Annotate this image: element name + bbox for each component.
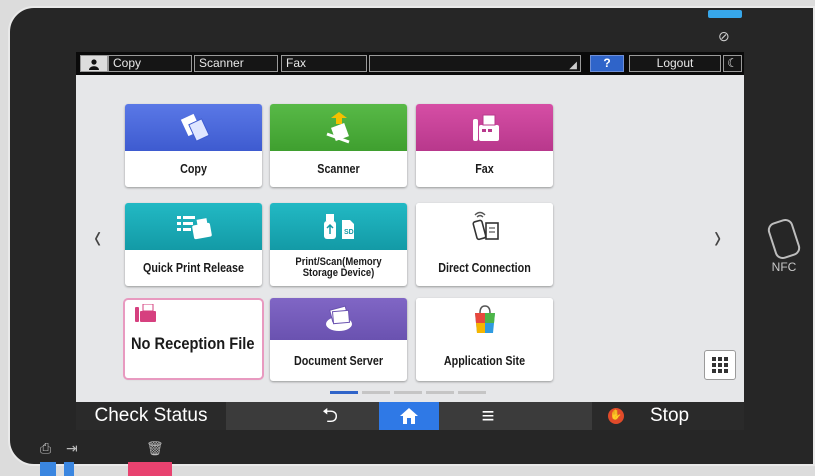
- tile-label: Document Server: [293, 353, 384, 368]
- help-button[interactable]: ?: [590, 55, 624, 72]
- page-dot[interactable]: [394, 391, 422, 394]
- tile-header: [416, 298, 553, 340]
- document-stack-icon: [325, 305, 352, 331]
- chevron-right-icon[interactable]: ›: [714, 220, 721, 254]
- grid-icon: [712, 357, 728, 373]
- hardware-strip: [40, 462, 56, 476]
- message-area[interactable]: ◢: [369, 55, 581, 72]
- app-bag-icon: [474, 305, 495, 333]
- tile-no-reception-file[interactable]: No Reception File: [125, 300, 262, 378]
- tile-label: Quick Print Release: [143, 261, 244, 275]
- svg-text:SD: SD: [344, 229, 354, 236]
- tile-header: [125, 203, 262, 250]
- tile-header: [416, 104, 553, 151]
- hardware-strip: [128, 462, 172, 476]
- tile-fax[interactable]: Fax: [416, 104, 553, 187]
- stop-button[interactable]: ✋ Stop: [592, 402, 744, 430]
- page-dot[interactable]: [330, 391, 358, 394]
- data-in-icon: ⇥: [66, 440, 78, 456]
- tile-print-scan-memory[interactable]: SD Print/Scan(Memory Storage Device): [270, 203, 407, 286]
- tile-direct-connection[interactable]: Direct Connection: [416, 203, 553, 286]
- stop-label: Stop: [650, 405, 690, 426]
- tile-label: Fax: [475, 162, 494, 176]
- hardware-strip: [64, 462, 74, 476]
- page-dot[interactable]: [426, 391, 454, 394]
- tile-label: Scanner: [317, 162, 360, 176]
- back-arrow-icon[interactable]: ⮌: [306, 402, 354, 430]
- tile-header: [270, 298, 407, 340]
- moon-icon[interactable]: ☾: [723, 55, 742, 72]
- touch-screen: Copy Scanner Fax ◢ ? Logout ☾ ‹ › Copy S…: [76, 52, 744, 430]
- bottom-bar: Check Status ⮌ ≡ ✋ Stop: [76, 402, 744, 430]
- scanner-icon: [325, 111, 350, 143]
- tile-header: [270, 104, 407, 151]
- page-dot[interactable]: [362, 391, 390, 394]
- page-indicator: [330, 391, 486, 394]
- app-grid-button[interactable]: [704, 350, 736, 380]
- menu-icon[interactable]: ≡: [464, 402, 512, 430]
- stop-icon: ✋: [608, 408, 624, 424]
- status-led: [708, 10, 742, 18]
- usb-sd-icon: SD: [323, 213, 354, 239]
- tile-application-site[interactable]: Application Site: [416, 298, 553, 381]
- user-icon[interactable]: [80, 55, 108, 72]
- tile-document-server[interactable]: Document Server: [270, 298, 407, 381]
- chevron-left-icon[interactable]: ‹: [94, 220, 101, 254]
- tab-scanner[interactable]: Scanner: [194, 55, 278, 72]
- nfc-label: NFC: [771, 260, 797, 274]
- fax-icon: [472, 114, 499, 141]
- tile-label: Print/Scan(Memory Storage Device): [295, 256, 382, 279]
- nfc-icon: [765, 216, 803, 262]
- phone-printer-icon: [471, 211, 499, 240]
- tile-scanner[interactable]: Scanner: [270, 104, 407, 187]
- fax-indicator-icon: ⎙: [40, 440, 52, 456]
- tab-copy[interactable]: Copy: [108, 55, 192, 72]
- tile-header: [125, 104, 262, 151]
- top-bar: Copy Scanner Fax ◢ ? Logout ☾: [76, 52, 744, 75]
- check-status-button[interactable]: Check Status: [76, 402, 226, 430]
- expand-corner-icon: ◢: [569, 60, 577, 71]
- printer-icon: [176, 215, 212, 239]
- home-icon[interactable]: [379, 402, 439, 430]
- tile-header: SD: [270, 203, 407, 250]
- trash-icon: 🗑︎: [146, 440, 164, 456]
- nfc-reader: NFC: [764, 216, 804, 274]
- copy-icon: [180, 113, 210, 142]
- tab-fax[interactable]: Fax: [281, 55, 367, 72]
- tile-label: Direct Connection: [438, 261, 531, 275]
- tile-quick-print-release[interactable]: Quick Print Release: [125, 203, 262, 286]
- logout-button[interactable]: Logout: [629, 55, 721, 72]
- tile-copy[interactable]: Copy: [125, 104, 262, 187]
- page-dot[interactable]: [458, 391, 486, 394]
- tile-label: Application Site: [443, 353, 526, 368]
- tile-label: Copy: [180, 162, 207, 176]
- fax-small-icon: [135, 304, 156, 322]
- energy-saver-icon[interactable]: ⊘: [718, 28, 730, 45]
- tile-label: No Reception File: [131, 334, 255, 353]
- tile-header: [416, 203, 553, 250]
